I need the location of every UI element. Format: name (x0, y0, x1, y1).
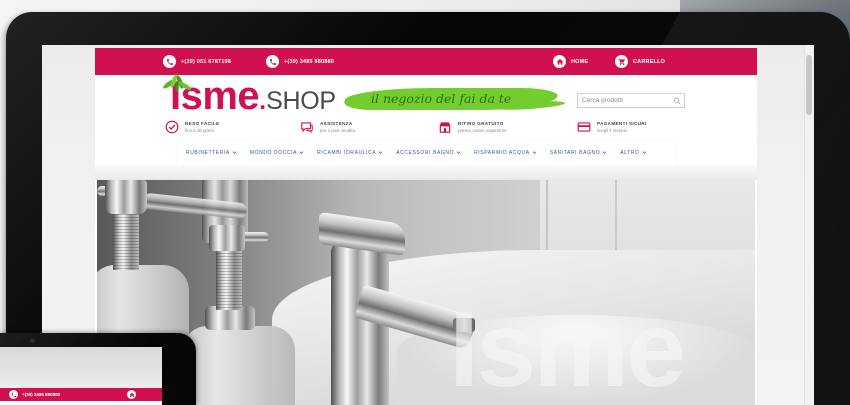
nav-item-label: ALTRO (620, 149, 640, 156)
cart-icon (615, 55, 628, 68)
phone-number: +(39) 051 6787198 (181, 58, 232, 65)
feature-subtitle: scegli il metodo (597, 128, 628, 133)
check-circle-icon (165, 120, 179, 134)
mobile-phone-number: +(39) 3485 880880 (284, 58, 335, 65)
phone-camera (30, 338, 35, 343)
logo-leaves-icon (163, 74, 192, 92)
chevron-down-icon (532, 151, 537, 155)
chevron-down-icon (299, 151, 304, 155)
phone-screen: +(39) 3485 880880 (0, 347, 162, 405)
mobile-phone-link[interactable]: +(39) 3485 880880 (266, 55, 334, 68)
mobile-phone-icon (266, 55, 279, 68)
nav-item-sanitari-bagno[interactable]: SANITARI BAGNO (550, 150, 608, 156)
nav-item-label: SANITARI BAGNO (549, 149, 601, 156)
feature-subtitle: presso nostro superstore (458, 128, 507, 133)
phone-number[interactable]: +(39) 3485 880880 (22, 392, 60, 397)
feature-text: RESO FACILE fino a 30 giorni (185, 121, 219, 133)
nav-item-label: RICAMBI IDRAULICA (317, 149, 377, 156)
chevron-down-icon (642, 151, 646, 155)
feature-reso-facile: RESO FACILE fino a 30 giorni (165, 120, 219, 134)
logo[interactable]: Isme . SHOP (170, 76, 336, 116)
phone-device: +(39) 3485 880880 (0, 333, 196, 405)
feature-title: ASSISTENZA (320, 121, 353, 126)
chevron-down-icon (456, 151, 461, 155)
nav-item-label: RUBINETTERIA (186, 149, 230, 156)
search-input[interactable] (578, 94, 670, 107)
feature-assistenza: ASSISTENZA pre e post vendita (300, 120, 355, 134)
chevron-down-icon (378, 151, 383, 155)
search-box (577, 93, 685, 108)
phone-icon[interactable] (9, 390, 18, 399)
nav-item-rubinetteria[interactable]: RUBINETTERIA (186, 150, 237, 156)
phone-page-footer (0, 401, 162, 405)
hero-soap-bottle (183, 326, 295, 405)
search-icon[interactable] (673, 97, 681, 105)
nav-item-accessori-bagno[interactable]: ACCESSORI BAGNO (396, 150, 461, 156)
main-navigation: RUBINETTERIA MONDO DOCCIA RICAMBI IDRAUL… (178, 140, 676, 165)
nav-item-mondo-doccia[interactable]: MONDO DOCCIA (250, 150, 304, 156)
nav-item-risparmio-acqua[interactable]: RISPARMIO ACQUA (474, 150, 537, 156)
hero-soap-pump-head (209, 225, 245, 251)
home-icon[interactable] (127, 390, 136, 399)
scrollbar-thumb[interactable] (806, 55, 812, 115)
feature-title: RESO FACILE (185, 121, 220, 126)
home-icon (553, 55, 566, 68)
feature-pagamenti-sicuri: PAGAMENTI SICURI scegli il metodo (577, 120, 647, 134)
phone-top-bar: +(39) 3485 880880 (0, 388, 162, 401)
nav-item-altro[interactable]: ALTRO (620, 150, 646, 156)
feature-subtitle: fino a 30 giorni (185, 128, 214, 133)
feature-subtitle: pre e post vendita (320, 128, 355, 133)
feature-title: PAGAMENTI SICURI (597, 121, 647, 126)
home-link[interactable]: HOME (553, 55, 588, 68)
nav-item-ricambi-idraulica[interactable]: RICAMBI IDRAULICA (317, 150, 383, 156)
logo-suffix: SHOP (266, 87, 336, 115)
feature-text: ASSISTENZA pre e post vendita (320, 121, 355, 133)
chevron-down-icon (602, 151, 607, 155)
cart-link[interactable]: CARRELLO (615, 55, 665, 68)
top-bar: +(39) 051 6787198 +(39) 3485 880880 HOME (95, 48, 757, 75)
feature-text: RITIRO GRATUITO presso nostro superstore (458, 121, 507, 133)
feature-title: RITIRO GRATUITO (458, 121, 504, 126)
phone-link[interactable]: +(39) 051 6787198 (163, 55, 231, 68)
header-divider (95, 165, 757, 180)
nav-item-label: ACCESSORI BAGNO (396, 149, 455, 156)
hero-soap-pump-head (105, 180, 147, 214)
store-icon (439, 122, 451, 133)
phone-icon (163, 55, 176, 68)
hero-soap-pump-neck (113, 212, 139, 270)
hero-watermark: Isme (449, 288, 686, 405)
chat-icon (301, 122, 313, 133)
chevron-down-icon (232, 151, 237, 155)
nav-item-label: MONDO DOCCIA (249, 149, 298, 156)
nav-item-label: RISPARMIO ACQUA (474, 149, 530, 156)
cart-label: CARRELLO (633, 58, 666, 65)
feature-text: PAGAMENTI SICURI scegli il metodo (597, 121, 647, 133)
credit-card-icon (577, 122, 591, 132)
hero-soap-pump-neck (216, 248, 242, 310)
slogan-banner: il negozio del fai da te (342, 88, 566, 112)
phone-page-content (0, 347, 162, 388)
feature-ritiro-gratuito: RITIRO GRATUITO presso nostro superstore (438, 120, 507, 134)
page-scrollbar[interactable] (804, 45, 813, 405)
logo-dot: . (259, 87, 267, 115)
home-label: HOME (571, 58, 589, 65)
slogan-text: il negozio del fai da te (371, 91, 512, 106)
